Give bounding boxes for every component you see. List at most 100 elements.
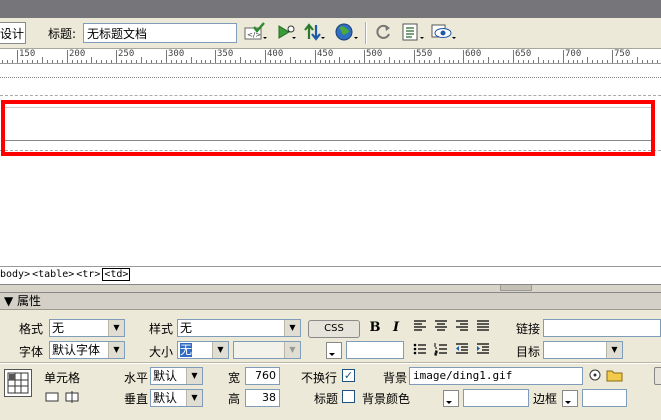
selected-table-cell[interactable] [1, 100, 655, 156]
bgcolor-swatch[interactable] [443, 390, 459, 407]
border-color-input[interactable] [582, 389, 627, 407]
point-to-file-icon[interactable] [588, 368, 602, 387]
link-input[interactable] [543, 319, 661, 337]
text-color-input[interactable] [346, 341, 404, 359]
ruler-tick [652, 60, 653, 63]
indent-icon[interactable] [475, 342, 491, 361]
target-select[interactable]: ▼ [543, 341, 623, 359]
ruler-tick [389, 57, 390, 63]
view-options-icon[interactable] [400, 22, 426, 42]
width-input[interactable]: 760 [245, 367, 280, 385]
ruler-tick [449, 60, 450, 63]
document-title-input[interactable]: 无标题文档 [83, 23, 237, 43]
nowrap-checkbox[interactable]: ✓ [342, 369, 355, 382]
align-center-icon[interactable] [433, 319, 449, 338]
ruler-tick [548, 60, 549, 63]
align-left-icon[interactable] [412, 319, 428, 338]
ruler-tick [146, 60, 147, 63]
globe-icon[interactable] [334, 22, 360, 42]
bold-button[interactable]: B [368, 320, 382, 336]
text-color-swatch[interactable] [326, 342, 342, 359]
ruler-tick [538, 57, 539, 63]
ruler-tick [300, 60, 301, 63]
ruler-tick [468, 60, 469, 63]
ruler-tick [359, 60, 360, 63]
horz-label: 水平 [124, 371, 149, 385]
merge-cells-icon[interactable] [44, 390, 60, 409]
style-value: 无 [180, 321, 193, 335]
align-justify-icon[interactable] [475, 319, 491, 338]
ruler-tick [275, 60, 276, 63]
nowrap-label: 不换行 [301, 371, 338, 385]
align-right-icon[interactable] [454, 319, 470, 338]
vert-select[interactable]: 默认 ▼ [150, 389, 203, 407]
ruler-tick [573, 60, 574, 63]
ruler-tick [290, 57, 291, 63]
ruler-tick [305, 60, 306, 63]
ruler-tick [67, 50, 68, 63]
splitter-handle[interactable] [500, 285, 532, 291]
ruler-tick [101, 60, 102, 63]
properties-panel-header[interactable]: ▼ 属性 [0, 293, 661, 310]
header-checkbox[interactable] [342, 390, 355, 403]
italic-button[interactable]: I [389, 320, 403, 336]
unordered-list-icon[interactable] [412, 342, 428, 361]
size-value: 无 [180, 343, 193, 357]
bgcolor-input[interactable] [463, 389, 529, 407]
ruler-tick [622, 60, 623, 63]
bg-label: 背景 [383, 371, 408, 385]
style-select[interactable]: 无 ▼ [177, 319, 301, 337]
ruler-tick [52, 60, 53, 63]
refresh-icon[interactable] [374, 22, 394, 42]
ruler-tick [32, 60, 33, 63]
preview-debug-icon[interactable] [276, 22, 298, 42]
ruler-tick [419, 60, 420, 63]
format-value: 无 [52, 321, 65, 335]
ruler-tick [439, 57, 440, 63]
font-value: 默认字体 [52, 343, 101, 357]
ruler-tick [270, 60, 271, 63]
ruler-tick [27, 60, 28, 63]
tag-table[interactable]: <table> [32, 269, 74, 280]
ruler-tick [627, 60, 628, 63]
width-label: 宽 [228, 371, 241, 385]
ruler-tick [151, 60, 152, 63]
bgcolor-label: 背景颜色 [362, 392, 411, 406]
link-label: 链接 [516, 322, 541, 336]
size-unit-select[interactable]: ▼ [233, 341, 301, 359]
outdent-icon[interactable] [454, 342, 470, 361]
validate-icon[interactable]: </> [243, 22, 269, 42]
horz-select[interactable]: 默认 ▼ [150, 367, 203, 385]
border-color-swatch[interactable] [562, 390, 578, 407]
font-select[interactable]: 默认字体 ▼ [49, 341, 125, 359]
ruler-tick [642, 60, 643, 63]
folder-icon[interactable] [606, 368, 624, 387]
design-view-button[interactable]: 设计 [0, 22, 26, 44]
file-transfer-icon[interactable] [303, 22, 327, 42]
format-select[interactable]: 无 ▼ [49, 319, 125, 337]
border-label: 边框 [533, 392, 558, 406]
ruler-label: 200 [69, 49, 86, 59]
css-button[interactable]: CSS [308, 320, 360, 338]
panel-divider [0, 362, 661, 364]
split-cell-icon[interactable] [64, 390, 80, 409]
visual-aids-icon[interactable] [430, 22, 458, 42]
ruler-label: 350 [217, 49, 234, 59]
size-label: 大小 [149, 345, 174, 359]
bg-image-input[interactable]: image/ding1.gif [409, 367, 583, 385]
font-label: 字体 [19, 345, 44, 359]
ruler-tick [315, 50, 316, 63]
ruler-tick [558, 60, 559, 63]
ruler-tick [458, 60, 459, 63]
size-select[interactable]: 无 ▼ [177, 341, 229, 359]
tag-body[interactable]: body> [0, 269, 30, 280]
ruler-label: 750 [614, 49, 631, 59]
ruler-tick [518, 60, 519, 63]
tag-tr[interactable]: <tr> [76, 269, 100, 280]
tag-td[interactable]: <td> [102, 268, 131, 281]
ruler-tick [329, 60, 330, 63]
ordered-list-icon[interactable] [433, 342, 449, 361]
vert-label: 垂直 [124, 392, 149, 406]
height-input[interactable]: 38 [245, 389, 280, 407]
page-properties-button[interactable] [654, 367, 661, 385]
